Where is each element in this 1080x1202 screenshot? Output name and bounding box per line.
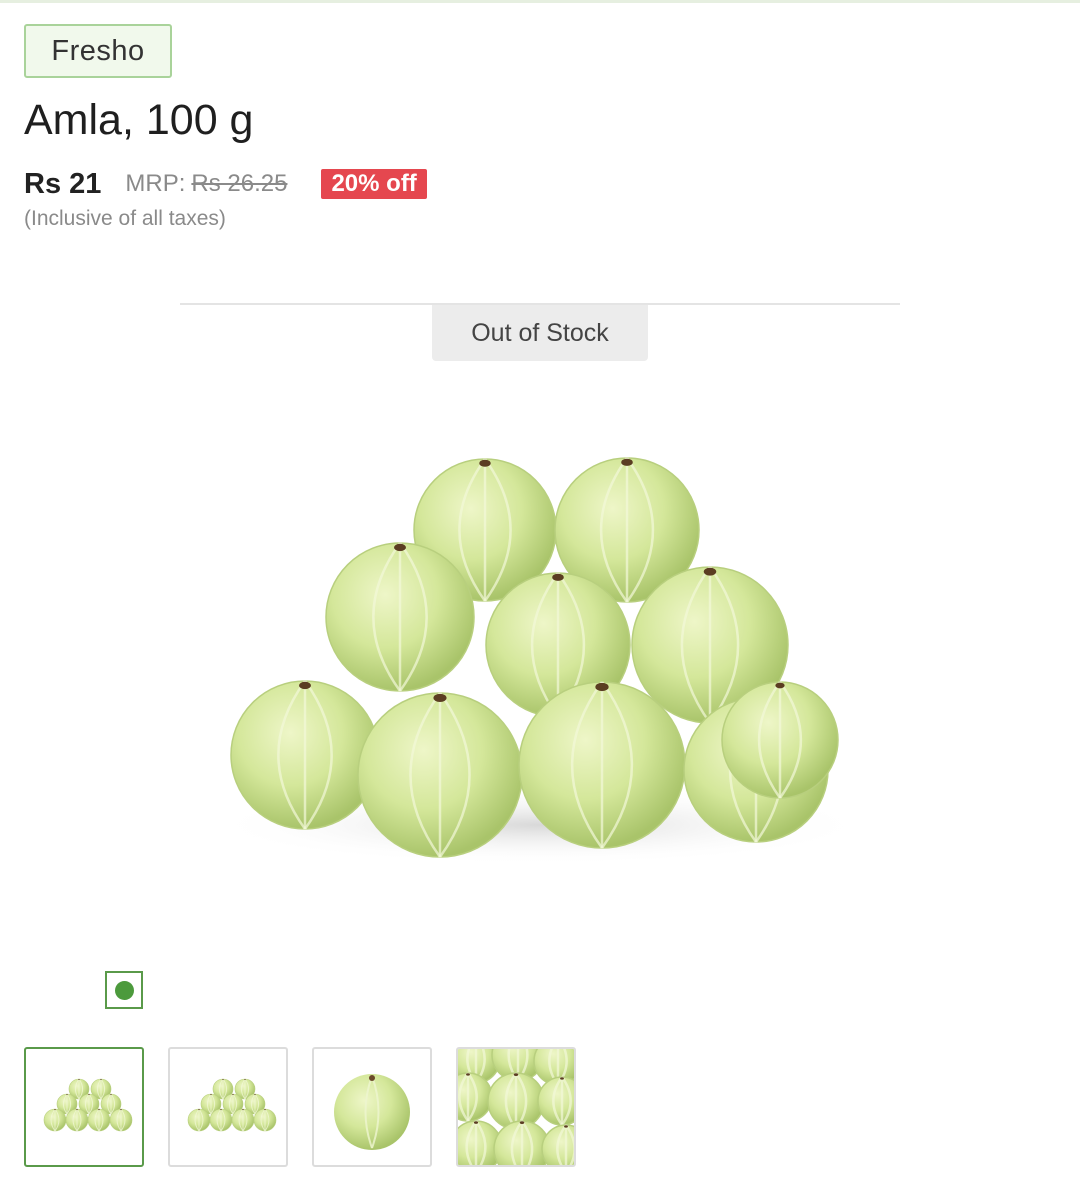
single-amla-thumbnail bbox=[334, 1074, 410, 1150]
product-image[interactable] bbox=[190, 430, 890, 890]
pager-active-dot bbox=[114, 980, 134, 1000]
mrp-value: Rs 26.25 bbox=[191, 170, 288, 197]
thumbnail-1[interactable] bbox=[24, 1047, 144, 1167]
image-pager-indicator[interactable] bbox=[105, 971, 143, 1009]
amla-closeup-thumbnail bbox=[458, 1049, 574, 1165]
product-title: Amla, 100 g bbox=[24, 96, 254, 144]
mrp-label: MRP: bbox=[125, 170, 186, 197]
top-divider bbox=[0, 0, 1080, 3]
sale-price: Rs 21 bbox=[24, 167, 102, 200]
discount-badge: 20% off bbox=[321, 169, 427, 199]
thumbnail-strip bbox=[24, 1047, 600, 1167]
amla-pile-thumbnail bbox=[187, 1078, 277, 1132]
price-row: Rs 21 MRP: Rs 26.25 20% off bbox=[24, 164, 427, 204]
thumbnail-4[interactable] bbox=[456, 1047, 576, 1167]
thumbnail-2[interactable] bbox=[168, 1047, 288, 1167]
brand-tag[interactable]: Fresho bbox=[24, 24, 172, 78]
tax-note: (Inclusive of all taxes) bbox=[24, 207, 226, 230]
amla-pile-thumbnail bbox=[43, 1078, 133, 1132]
amla-pile-image bbox=[210, 457, 870, 865]
thumbnail-3[interactable] bbox=[312, 1047, 432, 1167]
stock-status-badge: Out of Stock bbox=[432, 305, 648, 361]
